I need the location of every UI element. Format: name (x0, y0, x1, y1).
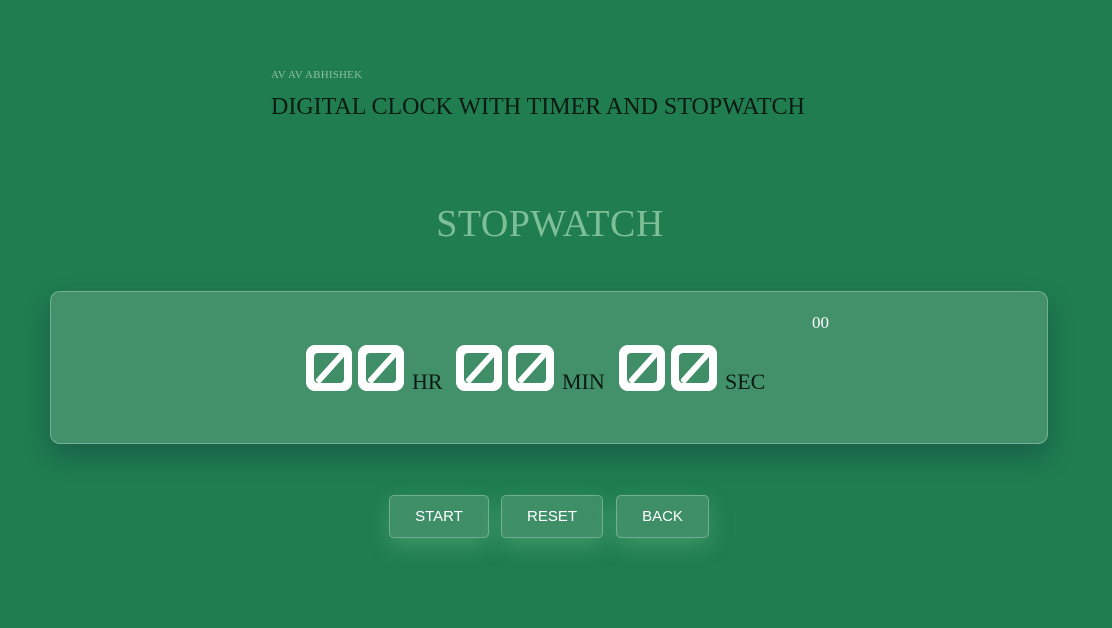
digit-zero-icon (619, 345, 665, 391)
digit-zero-icon (671, 345, 717, 391)
stopwatch-title: STOPWATCH (436, 203, 664, 245)
seconds-unit-label: SEC (725, 369, 766, 394)
back-button[interactable]: BACK (616, 495, 709, 538)
author-name: AV AV ABHISHEK (271, 69, 363, 81)
digit-zero-icon (508, 345, 554, 391)
milliseconds-value: 00 (812, 313, 829, 332)
digit-zero-icon (358, 345, 404, 391)
minutes-unit-label: MIN (562, 369, 605, 394)
hours-unit-label: HR (412, 369, 443, 394)
start-button[interactable]: START (389, 495, 489, 538)
reset-button[interactable]: RESET (501, 495, 603, 538)
digit-zero-icon (306, 345, 352, 391)
digit-zero-icon (456, 345, 502, 391)
app-title: DIGITAL CLOCK WITH TIMER AND STOPWATCH (271, 94, 805, 120)
